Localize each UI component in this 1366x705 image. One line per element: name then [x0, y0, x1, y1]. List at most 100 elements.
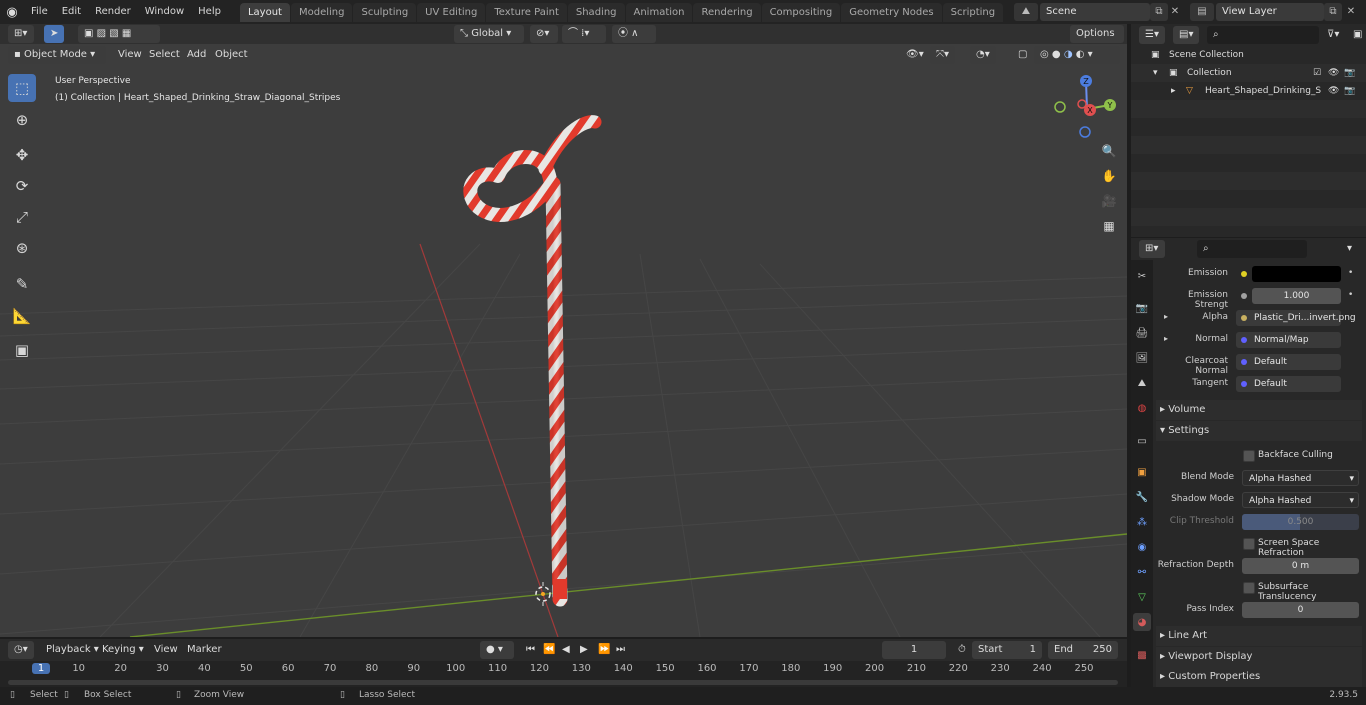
play-icon[interactable]: ▶ [574, 641, 594, 659]
object-camera-icon[interactable]: 📷 [1344, 82, 1355, 100]
expand-arrow-icon[interactable]: ▸ [1171, 82, 1176, 100]
blend-mode-dropdown[interactable]: Alpha Hashed ▾ [1242, 470, 1359, 486]
ssr-checkbox[interactable] [1243, 538, 1255, 550]
viewport-display-section[interactable]: ▸ Viewport Display [1156, 647, 1362, 667]
normal-field[interactable]: Normal/Map [1236, 332, 1341, 348]
clip-threshold-slider[interactable]: 0.500 [1242, 514, 1359, 530]
tab-compositing[interactable]: Compositing [761, 2, 841, 22]
transform-tool-icon[interactable]: ⊛ [8, 234, 36, 262]
tab-animation[interactable]: Animation [625, 2, 693, 22]
add-menu[interactable]: Add [181, 46, 212, 64]
pass-index-field[interactable]: 0 [1242, 602, 1359, 618]
annotate-tool-icon[interactable]: ✎ [8, 270, 36, 298]
move-tool-icon[interactable]: ✥ [8, 141, 36, 169]
pivot-icon[interactable]: ⊘▾ [530, 25, 558, 43]
tangent-field[interactable]: Default [1236, 376, 1341, 392]
close-view-layer-icon[interactable]: ✕ [1342, 3, 1360, 21]
tab-scripting[interactable]: Scripting [942, 2, 1004, 22]
object-menu[interactable]: Object [209, 46, 254, 64]
copy-view-layer-icon[interactable]: ⧉ [1324, 3, 1342, 21]
close-scene-icon[interactable]: ✕ [1166, 3, 1184, 21]
filter-icon[interactable]: ⊽▾ [1321, 26, 1345, 44]
timeline-scrollbar[interactable] [8, 680, 1118, 685]
render-tab-icon[interactable]: 📷 [1133, 299, 1151, 317]
modifier-tab-icon[interactable]: 🔧 [1133, 488, 1151, 506]
navigation-gizmo[interactable]: Z Y X [1050, 72, 1124, 142]
camera-view-icon[interactable]: 🎥 [1098, 190, 1120, 212]
properties-editor-type-icon[interactable]: ⊞▾ [1139, 240, 1165, 258]
marker-menu[interactable]: Marker [181, 641, 228, 659]
select-menu[interactable]: Select [143, 46, 186, 64]
output-tab-icon[interactable]: 🖨 [1133, 324, 1151, 342]
display-mode-icon[interactable]: ▤▾ [1173, 26, 1199, 44]
blender-logo-icon[interactable]: ◉ [0, 0, 24, 24]
end-frame-field[interactable]: End 250 [1048, 641, 1118, 659]
shading-mode-icons[interactable]: ◎ ● ◑ ◐ ▾ [1034, 46, 1120, 64]
data-tab-icon[interactable]: ▽ [1133, 588, 1151, 606]
new-collection-icon[interactable]: ▣ [1347, 26, 1366, 44]
properties-options-icon[interactable]: ▾ [1341, 240, 1358, 258]
emission-color-field[interactable] [1252, 266, 1341, 282]
keying-menu[interactable]: Keying ▾ [96, 641, 150, 659]
transform-orientation-dropdown[interactable]: ⤡ Global ▾ [454, 25, 524, 43]
stopwatch-icon[interactable]: ⏱ [952, 641, 972, 659]
visibility-icon[interactable]: 👁▾ [900, 46, 930, 64]
current-frame-field[interactable]: 1 [882, 641, 946, 659]
clearcoat-field[interactable]: Default [1236, 354, 1341, 370]
proportional-edit-icon[interactable]: ⦿ ∧ [612, 25, 656, 43]
add-cube-tool-icon[interactable]: ▣ [8, 336, 36, 364]
scale-tool-icon[interactable]: ⤢ [8, 203, 36, 231]
select-tool-icon[interactable]: ➤ [44, 25, 64, 43]
options-dropdown[interactable]: Options ▾ [1070, 25, 1124, 57]
tab-geometry-nodes[interactable]: Geometry Nodes [841, 2, 942, 22]
overlay-toggle-icon[interactable]: ◔▾ [970, 46, 996, 64]
tab-sculpting[interactable]: Sculpting [353, 2, 417, 22]
outliner-editor-type-icon[interactable]: ☰▾ [1139, 26, 1165, 44]
menu-edit[interactable]: Edit [55, 2, 88, 22]
current-frame-marker[interactable]: 1 [32, 663, 50, 674]
select-mode-icons[interactable]: ▣ ▨ ▧ ▦ [78, 25, 160, 43]
outliner-search-input[interactable]: ⌕ [1207, 26, 1319, 44]
properties-search-input[interactable]: ⌕ [1197, 240, 1307, 258]
tab-modeling[interactable]: Modeling [290, 2, 353, 22]
ortho-grid-icon[interactable]: ▦ [1098, 215, 1120, 237]
snap-icon[interactable]: ⌒ ⁞▾ [562, 25, 606, 43]
record-icon[interactable]: ● ▾ [480, 641, 514, 659]
expand-arrow-icon[interactable]: ▾ [1153, 64, 1158, 82]
alpha-field[interactable]: Plastic_Dri...invert.png [1236, 310, 1356, 326]
3d-viewport[interactable] [0, 44, 1127, 637]
material-tab-icon[interactable]: ◕ [1133, 613, 1151, 631]
tool-tab-icon[interactable]: ✂ [1133, 267, 1151, 285]
refraction-depth-field[interactable]: 0 m [1242, 558, 1359, 574]
menu-window[interactable]: Window [138, 2, 191, 22]
outliner-row-object[interactable]: ▸ ▽ Heart_Shaped_Drinking_S 👁 📷 [1131, 82, 1366, 100]
backface-culling-checkbox[interactable] [1243, 450, 1255, 462]
heart-straw-object[interactable] [463, 115, 602, 607]
particles-tab-icon[interactable]: ⁂ [1133, 513, 1151, 531]
outliner-row-collection[interactable]: ▾ ▣ Collection ☑ 👁 📷 [1131, 64, 1366, 82]
timeline-editor-type-icon[interactable]: ◷▾ [8, 641, 34, 659]
custom-properties-section[interactable]: ▸ Custom Properties [1156, 667, 1362, 687]
jump-end-icon[interactable]: ⏭ [610, 641, 631, 659]
collection-tab-icon[interactable]: ▭ [1133, 432, 1151, 450]
world-tab-icon[interactable]: ◍ [1133, 399, 1151, 417]
scene-icon[interactable]: ⛰ [1014, 3, 1038, 21]
outliner-row-scene-collection[interactable]: ▣ Scene Collection [1131, 46, 1366, 64]
keyframe-dot-icon[interactable]: • [1348, 290, 1353, 300]
tab-layout[interactable]: Layout [239, 2, 290, 22]
physics-tab-icon[interactable]: ◉ [1133, 538, 1151, 556]
start-frame-field[interactable]: Start 1 [972, 641, 1042, 659]
tab-shading[interactable]: Shading [567, 2, 625, 22]
cursor-tool-icon[interactable]: ⊕ [8, 106, 36, 134]
shadow-mode-dropdown[interactable]: Alpha Hashed ▾ [1242, 492, 1359, 508]
collection-camera-icon[interactable]: 📷 [1344, 64, 1355, 82]
tab-rendering[interactable]: Rendering [693, 2, 761, 22]
settings-section[interactable]: ▾ Settings [1156, 421, 1362, 441]
texture-tab-icon[interactable]: ▩ [1133, 646, 1151, 664]
object-mode-dropdown[interactable]: ▪ Object Mode ▾ [8, 46, 106, 64]
editor-type-icon[interactable]: ⊞▾ [8, 25, 34, 43]
view-layer-icon[interactable]: ▤ [1190, 3, 1214, 21]
timeline-view-menu[interactable]: View [148, 641, 184, 659]
object-tab-icon[interactable]: ▣ [1133, 463, 1151, 481]
measure-tool-icon[interactable]: 📐 [8, 302, 36, 330]
